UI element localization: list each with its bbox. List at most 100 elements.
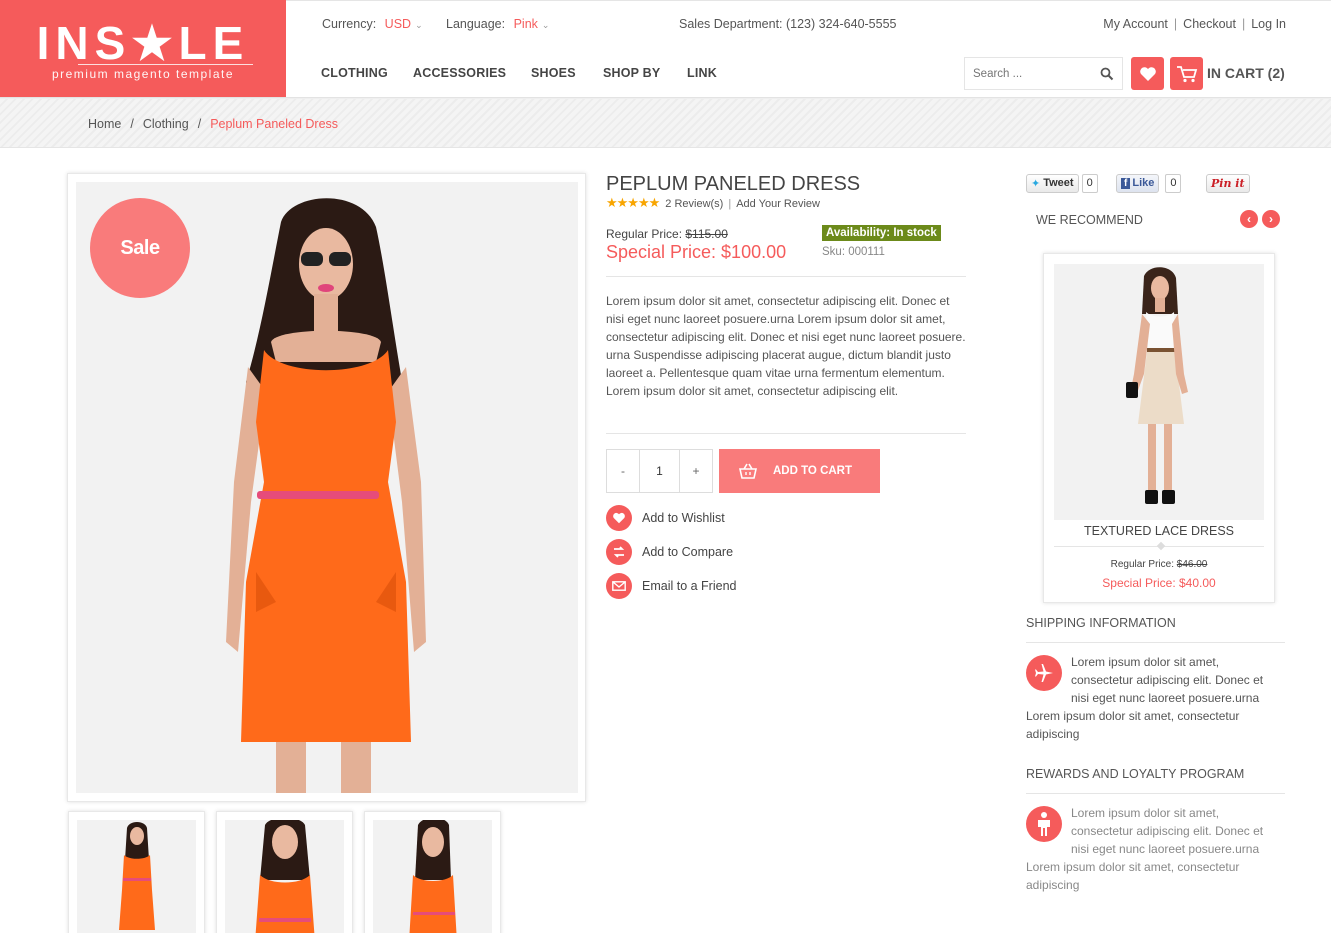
recommended-product-name[interactable]: TEXTURED LACE DRESS <box>1044 524 1274 538</box>
rewards-info: Lorem ipsum dolor sit amet, consectetur … <box>1026 804 1272 894</box>
compare-label: Add to Compare <box>642 545 734 559</box>
shipping-info: Lorem ipsum dolor sit amet, consectetur … <box>1026 653 1272 743</box>
currency-label: Currency: <box>322 17 377 31</box>
link-separator: | <box>1241 17 1246 31</box>
checkout-link[interactable]: Checkout <box>1183 17 1236 31</box>
regular-price-label: Regular Price: <box>606 227 683 241</box>
regular-price-value: $115.00 <box>685 227 728 241</box>
recommend-next-button[interactable]: › <box>1262 210 1280 228</box>
recommended-regular-label: Regular Price: <box>1110 559 1174 570</box>
currency-value: USD <box>384 17 412 31</box>
divider-diamond <box>1156 541 1166 551</box>
qty-input[interactable]: 1 <box>639 450 680 492</box>
compare-icon <box>606 539 632 565</box>
model-lace-dress-image <box>1054 264 1264 520</box>
sales-phone: Sales Department: (123) 324-640-5555 <box>679 17 897 31</box>
tweet-count: 0 <box>1081 173 1098 193</box>
recommended-product-card[interactable]: TEXTURED LACE DRESS Regular Price: $46.0… <box>1043 253 1275 603</box>
search-icon[interactable] <box>1100 67 1114 81</box>
nav-item-shoes[interactable]: SHOES <box>531 66 576 80</box>
language-label: Language: <box>446 17 506 31</box>
recommended-product-photo <box>1054 264 1264 520</box>
product-thumbnail-2[interactable] <box>216 811 353 933</box>
person-icon <box>1026 806 1062 842</box>
heart-icon <box>1139 66 1156 81</box>
thumbnail-photo <box>225 820 344 933</box>
add-to-compare-link[interactable]: Add to Compare <box>606 539 733 565</box>
search-input[interactable] <box>965 58 1085 89</box>
email-friend-link[interactable]: Email to a Friend <box>606 573 736 599</box>
add-to-cart-label: ADD TO CART <box>773 465 853 477</box>
facebook-like-button[interactable]: f Like <box>1116 173 1160 193</box>
availability-badge: Availability: In stock <box>822 225 941 241</box>
my-account-link[interactable]: My Account <box>1103 17 1168 31</box>
nav-item-link[interactable]: LINK <box>687 66 717 80</box>
product-thumbnail-1[interactable] <box>68 811 205 933</box>
sale-badge: Sale <box>90 198 190 298</box>
like-widget: f Like 0 <box>1116 173 1182 193</box>
currency-selector[interactable]: Currency: USD ⌄ <box>322 17 423 31</box>
add-to-cart-button[interactable]: ADD TO CART <box>719 449 880 493</box>
breadcrumb-separator: / <box>130 117 134 131</box>
pin-it-button[interactable]: Pin it <box>1206 173 1250 193</box>
rewards-text: Lorem ipsum dolor sit amet, consectetur … <box>1026 806 1264 892</box>
heart-icon <box>606 505 632 531</box>
breadcrumb-home[interactable]: Home <box>88 117 121 131</box>
airplane-icon <box>1026 655 1062 691</box>
cart-button[interactable] <box>1170 57 1203 90</box>
nav-item-accessories[interactable]: ACCESSORIES <box>413 66 506 80</box>
info-divider <box>606 433 966 434</box>
cart-count-label[interactable]: IN CART (2) <box>1207 65 1285 81</box>
add-to-wishlist-link[interactable]: Add to Wishlist <box>606 505 725 531</box>
email-label: Email to a Friend <box>642 579 737 593</box>
product-photo: Sale <box>76 182 578 793</box>
envelope-icon <box>606 573 632 599</box>
facebook-icon: f <box>1121 177 1131 189</box>
rating-separator: | <box>728 198 732 210</box>
wishlist-button[interactable] <box>1131 57 1164 90</box>
product-main-image[interactable]: Sale <box>67 173 586 802</box>
recommended-special-price: Special Price: $40.00 <box>1102 576 1216 590</box>
language-selector[interactable]: Language: Pink ⌄ <box>446 17 549 31</box>
reviews-link[interactable]: 2 Review(s) <box>665 198 723 210</box>
nav-item-clothing[interactable]: CLOTHING <box>321 66 388 80</box>
info-divider <box>606 276 966 277</box>
recommend-prev-button[interactable]: ‹ <box>1240 210 1258 228</box>
shipping-heading: SHIPPING INFORMATION <box>1026 616 1176 630</box>
quantity-stepper: - 1 + <box>606 449 713 493</box>
logo-text: INS★LE <box>36 17 250 69</box>
cart-icon <box>1176 65 1197 82</box>
breadcrumb-clothing[interactable]: Clothing <box>143 117 189 131</box>
product-description: Lorem ipsum dolor sit amet, consectetur … <box>606 294 966 398</box>
shipping-text: Lorem ipsum dolor sit amet, consectetur … <box>1026 655 1264 741</box>
breadcrumb-separator: / <box>197 117 202 131</box>
star-rating-icon: ★★★★★ <box>606 195 660 210</box>
regular-price: Regular Price: $115.00 <box>606 227 728 241</box>
link-separator: | <box>1173 17 1178 31</box>
tweet-button[interactable]: ✦ Tweet <box>1026 173 1079 193</box>
qty-increase-button[interactable]: + <box>680 450 712 492</box>
logo-tagline: premium magento template <box>51 67 235 81</box>
recommended-regular-price: Regular Price: $46.00 <box>1044 559 1274 570</box>
nav-item-shop-by[interactable]: SHOP BY <box>603 66 660 80</box>
shipping-divider <box>1026 642 1285 643</box>
login-link[interactable]: Log In <box>1251 17 1286 31</box>
add-review-link[interactable]: Add Your Review <box>736 198 820 210</box>
thumbnail-front-image <box>77 820 196 933</box>
special-price: Special Price: $100.00 <box>606 242 787 262</box>
rewards-heading: REWARDS AND LOYALTY PROGRAM <box>1026 767 1245 781</box>
thumbnail-photo <box>77 820 196 933</box>
thumbnail-closeup-image <box>225 820 344 933</box>
tweet-label: Tweet <box>1043 177 1074 189</box>
breadcrumb-bar: Home / Clothing / Peplum Paneled Dress <box>0 99 1331 148</box>
product-thumbnail-3[interactable] <box>364 811 501 933</box>
tweet-widget: ✦ Tweet 0 <box>1026 173 1098 193</box>
qty-decrease-button[interactable]: - <box>607 450 639 492</box>
logo-divider <box>78 64 253 65</box>
breadcrumb: Home / Clothing / Peplum Paneled Dress <box>88 117 338 131</box>
thumbnail-side-image <box>373 820 492 933</box>
thumbnail-photo <box>373 820 492 933</box>
like-count: 0 <box>1165 173 1182 193</box>
store-logo[interactable]: INS★LE premium magento template <box>0 0 286 98</box>
search-box <box>964 57 1123 90</box>
